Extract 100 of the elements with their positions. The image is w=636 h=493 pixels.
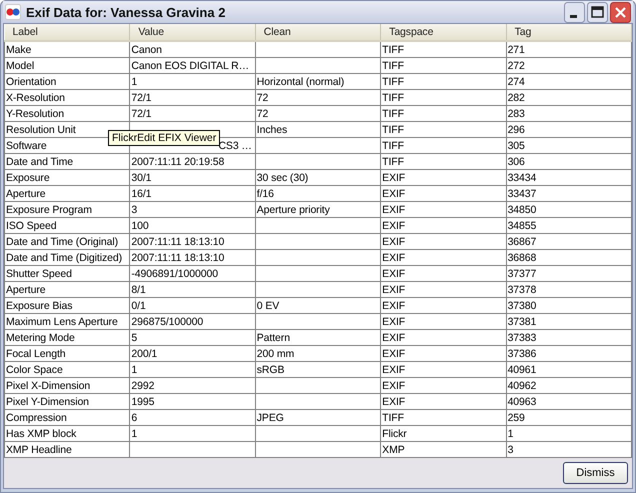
table-cell: 2007:11:11 20:19:58 (130, 154, 256, 170)
table-cell: TIFF (380, 90, 506, 106)
table-cell: Date and Time (Digitized) (4, 250, 130, 266)
table-cell: 271 (506, 41, 632, 58)
table-cell: EXIF (380, 266, 506, 282)
table-cell: 2007:11:11 18:13:10 (130, 250, 256, 266)
column-header[interactable]: Tagspace (380, 24, 506, 41)
table-cell: TIFF (380, 74, 506, 90)
table-cell: EXIF (380, 362, 506, 378)
table-cell: 0 EV (255, 298, 381, 314)
table-cell: EXIF (380, 170, 506, 186)
table-cell: Horizontal (normal) (255, 74, 381, 90)
table-cell: 5 (130, 330, 256, 346)
table-cell: 1 (506, 426, 632, 442)
table-cell: Metering Mode (4, 330, 130, 346)
table-cell: 0/1 (130, 298, 256, 314)
table-cell: EXIF (380, 186, 506, 202)
table-cell: 40963 (506, 394, 632, 410)
table-cell: 296 (506, 122, 632, 138)
table-cell: EXIF (380, 218, 506, 234)
table-cell: Pattern (255, 330, 381, 346)
table-cell: 2007:11:11 18:13:10 (130, 234, 256, 250)
table-cell: EXIF (380, 282, 506, 298)
table-cell: Aperture (4, 186, 130, 202)
table-cell: sRGB (255, 362, 381, 378)
minimize-button[interactable] (564, 2, 585, 22)
table-cell: 33434 (506, 170, 632, 186)
table-cell: TIFF (380, 154, 506, 170)
table-cell: 272 (506, 58, 632, 74)
table-cell: Date and Time (Original) (4, 234, 130, 250)
table-cell: 40961 (506, 362, 632, 378)
table-cell: 306 (506, 154, 632, 170)
maximize-button[interactable] (587, 2, 608, 22)
table-cell: 1995 (130, 394, 256, 410)
table-cell: 37380 (506, 298, 632, 314)
table-cell: 16/1 (130, 186, 256, 202)
table-cell: EXIF (380, 202, 506, 218)
table-cell: 274 (506, 74, 632, 90)
table-cell: f/16 (255, 186, 381, 202)
table-cell: Y-Resolution (4, 106, 130, 122)
column-header[interactable]: Value (130, 24, 256, 41)
table-cell: 40962 (506, 378, 632, 394)
table-cell: JPEG (255, 410, 381, 426)
table-cell: 3 (130, 202, 256, 218)
table-cell: 36867 (506, 234, 632, 250)
table-cell: 37377 (506, 266, 632, 282)
close-button[interactable] (610, 2, 631, 22)
table-cell: 37381 (506, 314, 632, 330)
table-cell: 259 (506, 410, 632, 426)
table-cell: 34850 (506, 202, 632, 218)
table-cell: Exposure (4, 170, 130, 186)
table-cell: Flickr (380, 426, 506, 442)
column-header[interactable]: Tag (506, 24, 632, 41)
table-cell: 296875/100000 (130, 314, 256, 330)
table-cell: 72/1 (130, 90, 256, 106)
table-cell: 2992 (130, 378, 256, 394)
column-header[interactable]: Clean (255, 24, 381, 41)
table-cell: ISO Speed (4, 218, 130, 234)
table-cell: Focal Length (4, 346, 130, 362)
table-cell: EXIF (380, 298, 506, 314)
table-cell: 30 sec (30) (255, 170, 381, 186)
table-cell: Has XMP block (4, 426, 130, 442)
table-cell: 6 (130, 410, 256, 426)
table-cell: X-Resolution (4, 90, 130, 106)
column-header[interactable]: Label (4, 24, 130, 41)
table-cell: 36868 (506, 250, 632, 266)
table-cell: EXIF (380, 330, 506, 346)
table-cell: 72 (255, 106, 381, 122)
table-cell: 72/1 (130, 106, 256, 122)
table-cell: EXIF (380, 314, 506, 330)
table-cell: 72 (255, 90, 381, 106)
table-cell: Aperture priority (255, 202, 381, 218)
table-cell: 1 (130, 426, 256, 442)
table-cell: EXIF (380, 378, 506, 394)
table-cell: TIFF (380, 106, 506, 122)
table-cell: 8/1 (130, 282, 256, 298)
table-cell: TIFF (380, 138, 506, 154)
table-cell: Pixel X-Dimension (4, 378, 130, 394)
table-cell: TIFF (380, 41, 506, 58)
table-cell: 34855 (506, 218, 632, 234)
table-cell: Inches (255, 122, 381, 138)
table-cell: EXIF (380, 394, 506, 410)
table-cell: 37378 (506, 282, 632, 298)
table-cell: EXIF (380, 346, 506, 362)
table-cell: TIFF (380, 410, 506, 426)
table-cell: TIFF (380, 58, 506, 74)
table-cell: 282 (506, 90, 632, 106)
table-cell: 30/1 (130, 170, 256, 186)
table-cell: Shutter Speed (4, 266, 130, 282)
table-cell: TIFF (380, 122, 506, 138)
table-cell: Color Space (4, 362, 130, 378)
table-cell: EXIF (380, 250, 506, 266)
table-cell: 305 (506, 138, 632, 154)
table-cell: 100 (130, 218, 256, 234)
table-cell: 37383 (506, 330, 632, 346)
table-cell: 1 (130, 74, 256, 90)
table-cell: Exposure Bias (4, 298, 130, 314)
dismiss-button[interactable]: Dismiss (563, 462, 628, 484)
table-cell: Exposure Program (4, 202, 130, 218)
table-cell: Date and Time (4, 154, 130, 170)
